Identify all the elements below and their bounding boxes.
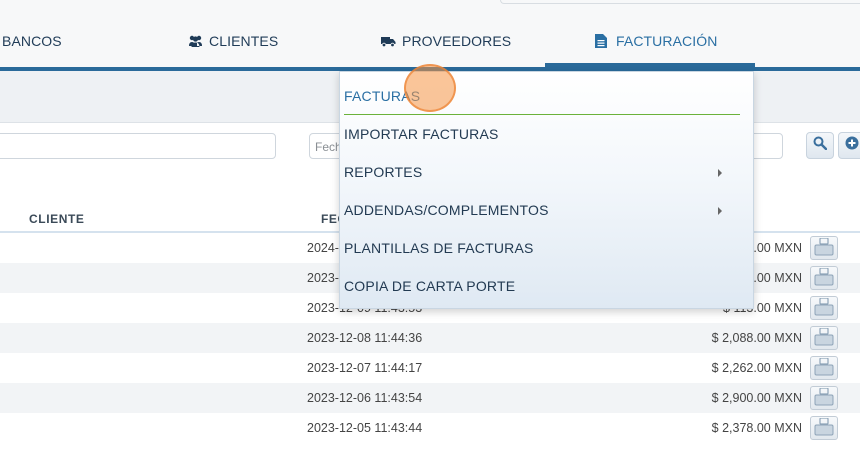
row-date: 2023- <box>307 271 339 285</box>
cfdi-button[interactable] <box>810 386 838 410</box>
row-amount: .00 MXN <box>753 271 802 285</box>
menu-item-importar-facturas[interactable]: IMPORTAR FACTURAS <box>344 115 740 153</box>
row-amount: $ 2,378.00 MXN <box>711 421 802 435</box>
nav-item-bancos[interactable]: BANCOS <box>2 33 62 49</box>
top-nav: BANCOS CLIENTES PROVEEDORES FACTURACIÓN <box>0 0 860 71</box>
menu-item-label: IMPORTAR FACTURAS <box>344 126 499 142</box>
menu-item-label: ADDENDAS/COMPLEMENTOS <box>344 202 549 218</box>
search-button[interactable] <box>806 132 834 159</box>
cfdi-button[interactable] <box>810 266 838 290</box>
column-header-cliente[interactable]: CLIENTE <box>29 212 85 226</box>
table-row[interactable]: 2023-12-07 11:44:17 $ 2,262.00 MXN <box>0 353 860 383</box>
row-amount: $ 2,900.00 MXN <box>711 391 802 405</box>
nav-item-label: BANCOS <box>2 33 62 49</box>
plus-circle-icon <box>845 136 859 155</box>
cfdi-icon <box>814 296 834 319</box>
menu-item-label: COPIA DE CARTA PORTE <box>344 278 516 294</box>
cfdi-icon <box>814 326 834 349</box>
row-amount: $ 2,262.00 MXN <box>711 361 802 375</box>
menu-item-facturas[interactable]: FACTURAS <box>344 77 740 115</box>
nav-item-proveedores[interactable]: PROVEEDORES <box>381 33 511 49</box>
submenu-arrow-icon <box>718 207 722 215</box>
cfdi-icon <box>814 416 834 439</box>
cfdi-button[interactable] <box>810 416 838 440</box>
users-icon <box>188 34 203 48</box>
menu-item-reportes[interactable]: REPORTES <box>344 153 740 191</box>
row-date: 2024- <box>307 241 339 255</box>
row-date: 2023-12-08 11:44:36 <box>307 331 423 345</box>
search-icon <box>813 136 828 155</box>
cfdi-icon <box>814 266 834 289</box>
nav-item-facturacion[interactable]: FACTURACIÓN <box>595 33 717 49</box>
menu-item-label: REPORTES <box>344 164 423 180</box>
submenu-arrow-icon <box>718 169 722 177</box>
cfdi-button[interactable] <box>810 236 838 260</box>
nav-item-clientes[interactable]: CLIENTES <box>188 33 278 49</box>
menu-item-addendas-complementos[interactable]: ADDENDAS/COMPLEMENTOS <box>344 191 740 229</box>
row-date: 2023-12-07 11:44:17 <box>307 361 423 375</box>
menu-item-copia-de-carta-porte[interactable]: COPIA DE CARTA PORTE <box>344 267 740 305</box>
table-row[interactable]: 2023-12-05 11:43:44 $ 2,378.00 MXN <box>0 413 860 443</box>
cfdi-icon <box>814 386 834 409</box>
row-date: 2023-12-06 11:43:54 <box>307 391 423 405</box>
menu-item-plantillas-de-facturas[interactable]: PLANTILLAS DE FACTURAS <box>344 229 740 267</box>
add-button[interactable] <box>838 132 860 159</box>
cfdi-icon <box>814 236 834 259</box>
truck-icon <box>381 34 396 48</box>
cfdi-icon <box>814 356 834 379</box>
click-indicator <box>404 64 456 112</box>
top-toolbar-edge <box>500 0 860 4</box>
table-row[interactable]: 2023-12-06 11:43:54 $ 2,900.00 MXN <box>0 383 860 413</box>
nav-item-label: FACTURACIÓN <box>616 33 718 49</box>
cfdi-button[interactable] <box>810 326 838 350</box>
facturacion-dropdown-menu: FACTURAS IMPORTAR FACTURAS REPORTES ADDE… <box>339 71 754 309</box>
menu-item-label: PLANTILLAS DE FACTURAS <box>344 240 534 256</box>
client-filter-input[interactable] <box>0 133 276 159</box>
table-row[interactable]: 2023-12-08 11:44:36 $ 2,088.00 MXN <box>0 323 860 353</box>
row-amount: $ 2,088.00 MXN <box>711 331 802 345</box>
row-amount: .00 MXN <box>753 241 802 255</box>
nav-item-label: CLIENTES <box>209 33 279 49</box>
cfdi-button[interactable] <box>810 356 838 380</box>
row-date: 2023-12-05 11:43:44 <box>307 421 423 435</box>
file-icon <box>595 34 610 48</box>
cfdi-button[interactable] <box>810 296 838 320</box>
nav-item-label: PROVEEDORES <box>402 33 512 49</box>
